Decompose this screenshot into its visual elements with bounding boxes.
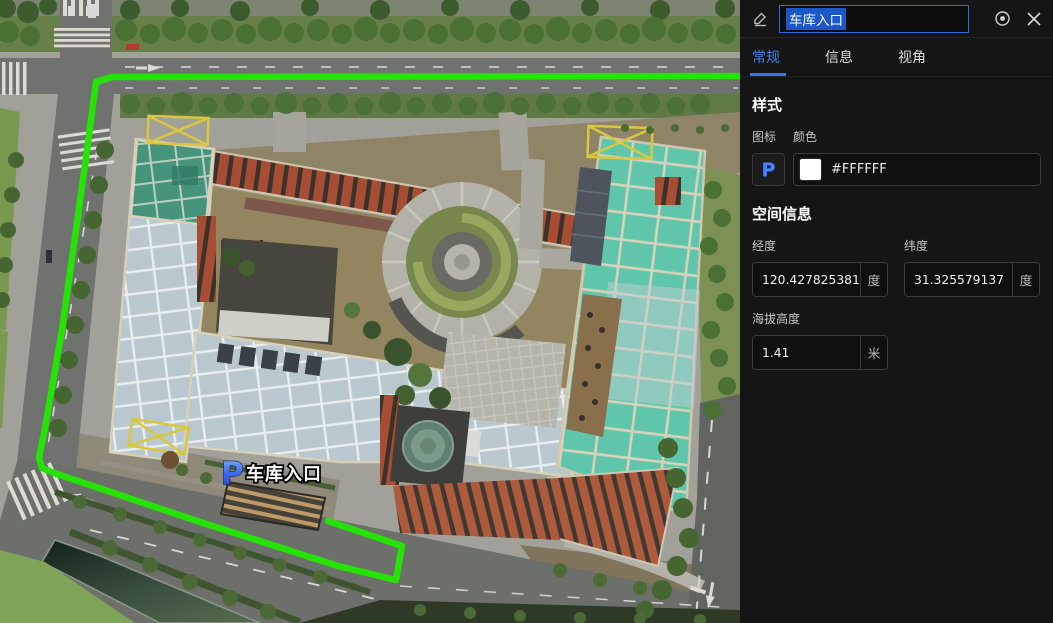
map-aerial-view: P 车库入口 xyxy=(0,0,740,623)
latitude-input[interactable]: 31.325579137 度 xyxy=(904,262,1040,297)
color-swatch[interactable] xyxy=(800,159,821,180)
tab-general[interactable]: 常规 xyxy=(752,38,780,76)
color-label: 颜色 xyxy=(793,128,817,145)
latitude-label: 纬度 xyxy=(904,237,1040,254)
latitude-field: 纬度 31.325579137 度 xyxy=(904,237,1040,297)
marker-icon-button[interactable]: P xyxy=(752,153,785,186)
pavilion xyxy=(161,451,179,469)
spatial-heading: 空间信息 xyxy=(752,203,1041,224)
latitude-value: 31.325579137 xyxy=(905,273,1012,287)
icon-label: 图标 xyxy=(752,128,793,145)
latitude-unit: 度 xyxy=(1012,263,1039,296)
altitude-value: 1.41 xyxy=(753,346,860,360)
property-panel: 车库入口 常规 信息 视角 xyxy=(740,0,1053,623)
longitude-value: 120.427825381 xyxy=(753,273,860,287)
title-input[interactable]: 车库入口 xyxy=(779,5,969,33)
edit-icon[interactable] xyxy=(752,10,769,27)
panel-header: 车库入口 xyxy=(740,0,1053,37)
longitude-input[interactable]: 120.427825381 度 xyxy=(752,262,888,297)
altitude-input[interactable]: 1.41 米 xyxy=(752,335,888,370)
marker-icon-glyph: P xyxy=(762,159,776,181)
close-icon[interactable] xyxy=(1027,12,1041,26)
altitude-unit: 米 xyxy=(860,336,887,369)
style-section: 样式 图标 颜色 P #FFFFFF xyxy=(740,94,1053,186)
tab-view[interactable]: 视角 xyxy=(898,38,926,76)
longitude-unit: 度 xyxy=(860,263,887,296)
marker-label: 车库入口 xyxy=(246,463,322,485)
color-field[interactable]: #FFFFFF xyxy=(793,153,1041,186)
tab-bar: 常规 信息 视角 xyxy=(740,37,1053,77)
locate-icon[interactable] xyxy=(994,10,1011,27)
longitude-label: 经度 xyxy=(752,237,888,254)
tab-info[interactable]: 信息 xyxy=(825,38,853,76)
color-hex-value: #FFFFFF xyxy=(831,162,887,177)
map-viewport[interactable]: P 车库入口 xyxy=(0,0,740,623)
marker-p-icon: P xyxy=(221,456,244,492)
app-window: P 车库入口 车库入口 xyxy=(0,0,1053,623)
style-heading: 样式 xyxy=(752,94,1041,115)
altitude-label: 海拔高度 xyxy=(752,310,888,327)
longitude-field: 经度 120.427825381 度 xyxy=(752,237,888,297)
spatial-section: 空间信息 经度 120.427825381 度 纬度 31.325579137 … xyxy=(740,203,1053,370)
altitude-field: 海拔高度 1.41 米 xyxy=(752,310,888,370)
title-input-value: 车库入口 xyxy=(786,8,846,30)
